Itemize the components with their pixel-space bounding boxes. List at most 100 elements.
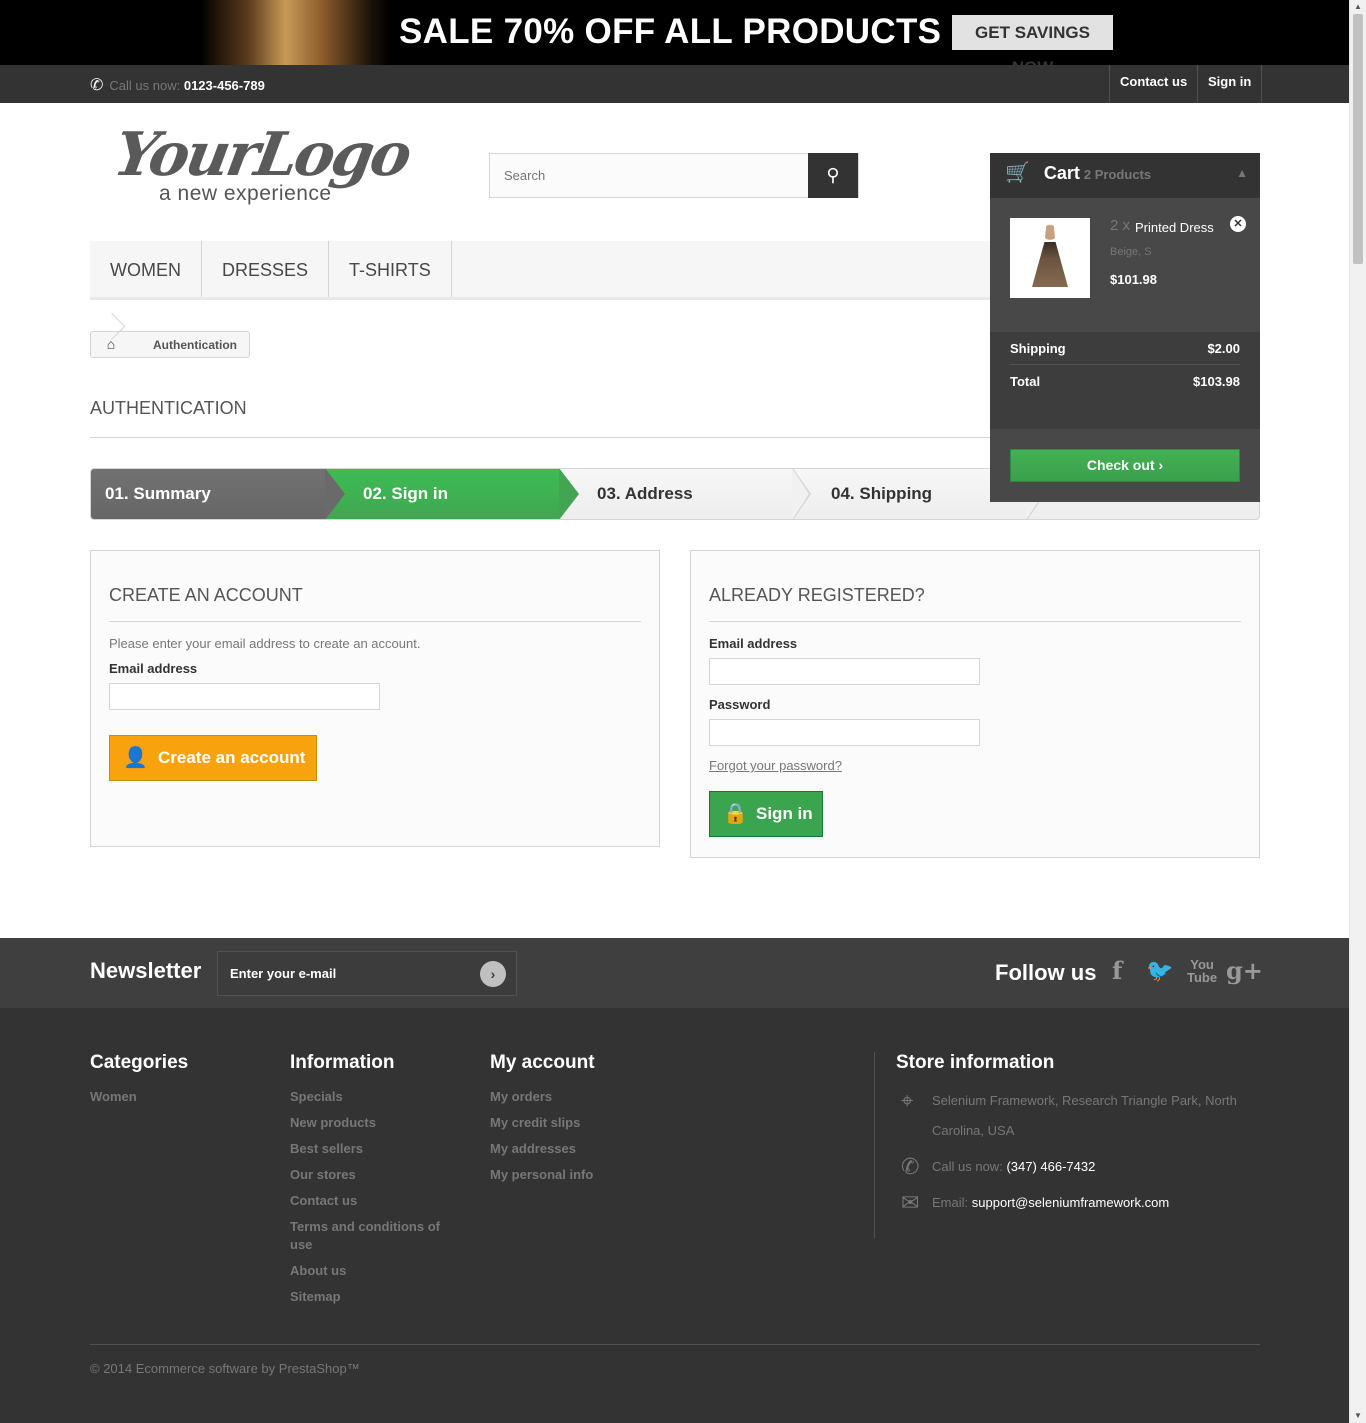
create-account-form: CREATE AN ACCOUNT Please enter your emai… [90,550,660,847]
sign-in-button[interactable]: 🔒 Sign in [709,791,823,837]
scroll-down-icon[interactable]: ▼ [1350,1411,1366,1421]
footer: Categories Women Information Specials Ne… [0,1008,1349,1423]
footer-link[interactable]: Contact us [290,1192,460,1210]
chevron-right-icon: › [1158,457,1164,473]
twitter-icon[interactable]: 🐦 [1146,958,1173,984]
footer-link[interactable]: Best sellers [290,1140,460,1158]
scroll-up-icon[interactable]: ▲ [1350,2,1366,12]
top-nav-bar: ✆ Call us now: 0123-456-789 Contact us Si… [0,65,1349,103]
footer-link[interactable]: Terms and conditions of use [290,1218,460,1254]
cart-item-name[interactable]: Printed Dress [1135,220,1214,235]
footer-information: Information Specials New products Best s… [290,1052,460,1314]
breadcrumb-current: Authentication [131,333,249,358]
map-marker-icon: ⌖ [901,1088,914,1113]
shop-phone: 0123-456-789 [183,78,265,93]
password-label: Password [709,697,771,712]
google-plus-icon[interactable]: g+ [1226,956,1263,985]
search-input[interactable] [490,154,810,197]
newsletter-email-input[interactable] [218,952,468,995]
search-icon: ⚲ [826,165,840,185]
youtube-icon[interactable]: You Tube [1187,958,1217,984]
footer-link[interactable]: Women [90,1088,188,1106]
store-info-title: Store information [896,1052,1055,1073]
login-form: ALREADY REGISTERED? Email address Passwo… [690,550,1260,858]
my-account-title[interactable]: My account [490,1052,595,1074]
cart-icon: 🛒 [1005,162,1030,184]
call-us-info: ✆ Call us now: 0123-456-789 [90,77,265,94]
menu-item-tshirts[interactable]: T-SHIRTS [329,241,452,297]
footer-link[interactable]: About us [290,1262,460,1280]
footer-link[interactable]: Our stores [290,1166,460,1184]
facebook-icon[interactable]: f [1112,956,1122,985]
password-field[interactable] [709,719,980,746]
step-summary[interactable]: 01. Summary [91,469,325,519]
cart-dropdown: 🛒 Cart 2 Products ▲ 2 x Printed Dress Beig… [990,153,1260,502]
create-account-title: CREATE AN ACCOUNT [109,551,641,622]
footer-link[interactable]: My credit slips [490,1114,595,1132]
store-phone: ✆ Call us now: (347) 466-7432 [896,1152,1264,1182]
categories-title: Categories [90,1052,189,1073]
search-button[interactable]: ⚲ [808,153,858,198]
shipping-cost: $2.00 [1207,341,1240,356]
shipping-label: Shipping [1010,341,1066,356]
sign-in-link[interactable]: Sign in [1197,65,1263,103]
phone-icon: ✆ [90,77,104,94]
cart-item: 2 x Printed Dress Beige, S $101.98 ✕ [990,198,1260,332]
banner-sale-text: SALE 70% OFF ALL PRODUCTS [399,12,942,51]
checkout-button[interactable]: Check out › [1010,449,1240,482]
step-address: 03. Address [597,484,693,503]
page-scrollbar[interactable]: ▲ ▼ [1349,0,1366,1423]
user-icon: 👤 [123,747,148,769]
information-title: Information [290,1052,395,1073]
footer-my-account: My account My orders My credit slips My … [490,1052,595,1192]
footer-link[interactable]: New products [290,1114,460,1132]
scrollbar-thumb[interactable] [1353,14,1363,264]
get-savings-button[interactable]: GET SAVINGS NOW [952,15,1113,65]
envelope-icon: ✉ [901,1190,920,1215]
create-account-button[interactable]: 👤 Create an account [109,735,317,781]
footer-link[interactable]: My addresses [490,1140,595,1158]
collapse-icon[interactable]: ▲ [1236,153,1248,193]
promo-banner[interactable]: SALE 70% OFF ALL PRODUCTS GET SAVINGS NO… [0,0,1349,65]
login-title: ALREADY REGISTERED? [709,551,1241,622]
create-email-field[interactable] [109,683,380,710]
cart-header[interactable]: 🛒 Cart 2 Products ▲ [990,153,1260,198]
product-image[interactable] [1010,218,1090,298]
footer-link[interactable]: Specials [290,1088,460,1106]
forgot-password-link[interactable]: Forgot your password? [709,758,1241,773]
step-sign-in: 02. Sign in [325,469,559,519]
store-information: Store information ⌖ Selenium Framework, R… [874,1052,1264,1238]
login-email-label: Email address [709,636,798,651]
phone-icon: ✆ [901,1154,920,1179]
menu-item-dresses[interactable]: DRESSES [202,241,330,297]
footer-categories: Categories Women [90,1052,188,1114]
cart-item-qty: 2 x [1110,217,1131,234]
lock-icon: 🔒 [723,803,748,825]
shop-logo[interactable]: YourLogo a new experience [109,120,414,210]
remove-item-icon[interactable]: ✕ [1230,216,1246,232]
newsletter-bar: Newsletter › Follow us f 🐦 YouTube g+ [0,938,1349,1008]
copyright[interactable]: © 2014 Ecommerce software by PrestaShop™ [90,1344,1260,1376]
banner-model-image [200,0,390,65]
cart-count: 2 Products [1083,167,1152,182]
menu-item-women[interactable]: WOMEN [90,241,202,297]
login-email-field[interactable] [709,658,980,685]
contact-us-link[interactable]: Contact us [1109,65,1197,103]
breadcrumb: ⌂ Authentication [90,331,250,358]
footer-link[interactable]: Sitemap [290,1288,460,1306]
search-box: ⚲ [489,153,859,198]
newsletter-title: Newsletter [90,958,202,983]
cart-item-price: $101.98 [1110,272,1157,287]
newsletter-submit-icon[interactable]: › [480,961,506,987]
cart-totals: Shipping $2.00 Total $103.98 [990,332,1260,429]
footer-link[interactable]: My personal info [490,1166,595,1184]
total-price: $103.98 [1193,374,1240,389]
create-email-label: Email address [109,661,198,676]
create-account-intro: Please enter your email address to creat… [109,636,421,651]
total-label: Total [1010,374,1041,389]
cart-item-attributes: Beige, S [1110,246,1152,258]
follow-us-title: Follow us [995,960,1097,985]
store-address: ⌖ Selenium Framework, Research Triangle P… [901,1088,1237,1138]
store-email: ✉ Email: support@seleniumframework.com [896,1188,1264,1218]
footer-link[interactable]: My orders [490,1088,595,1106]
